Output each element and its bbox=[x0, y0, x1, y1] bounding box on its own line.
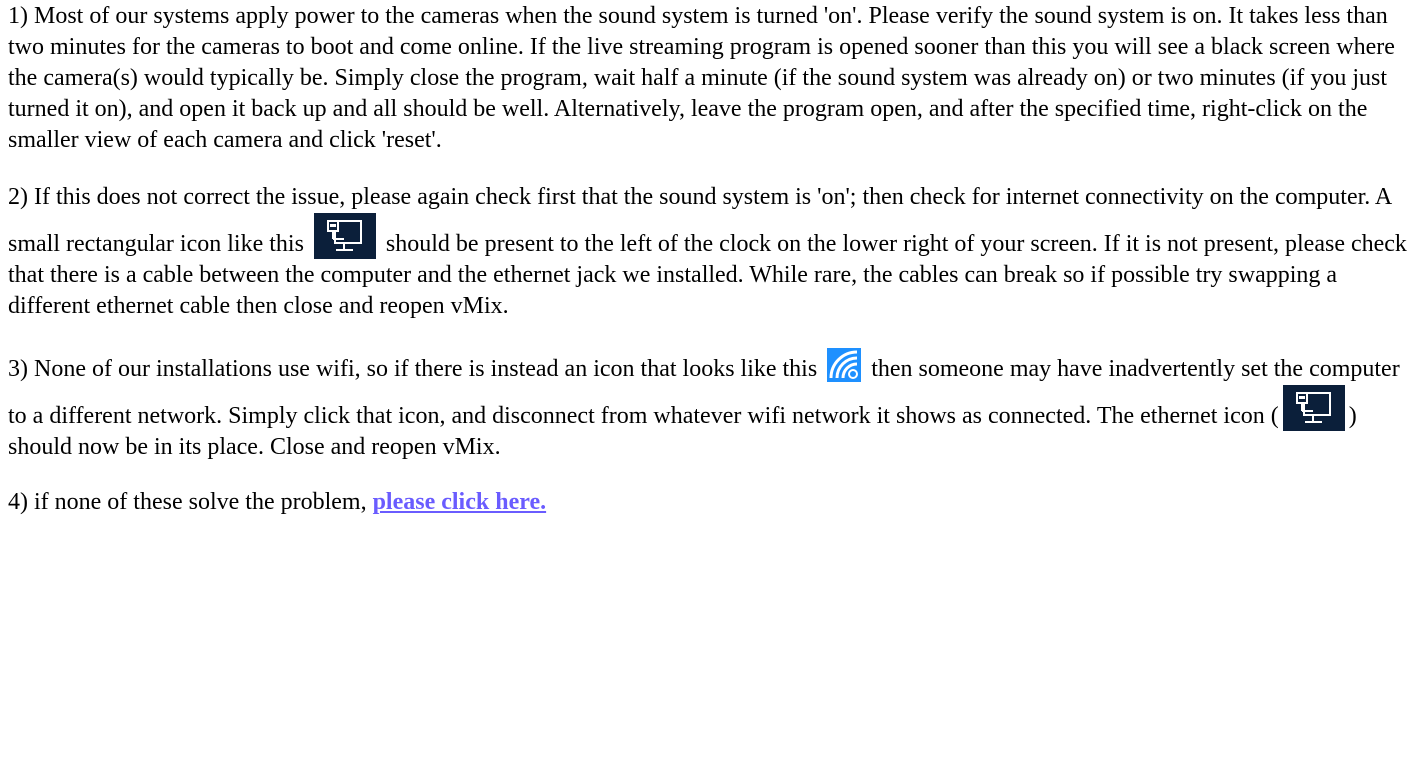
wifi-icon bbox=[827, 348, 862, 382]
step-3-text-before-wifi: 3) None of our installations use wifi, s… bbox=[8, 356, 818, 382]
ethernet-icon-inline bbox=[1282, 385, 1345, 431]
step-4-text: 4) if none of these solve the problem, bbox=[8, 489, 367, 515]
step-3-paragraph: 3) None of our installations use wifi, s… bbox=[8, 348, 1416, 463]
step-4-paragraph: 4) if none of these solve the problem, p… bbox=[8, 487, 1416, 518]
help-link[interactable]: please click here. bbox=[373, 489, 547, 515]
step-1-text: 1) Most of our systems apply power to th… bbox=[8, 3, 1395, 153]
ethernet-icon bbox=[313, 213, 376, 259]
step-1-paragraph: 1) Most of our systems apply power to th… bbox=[8, 1, 1416, 156]
troubleshooting-page: 1) Most of our systems apply power to th… bbox=[0, 0, 1424, 518]
step-2-paragraph: 2) If this does not correct the issue, p… bbox=[8, 182, 1416, 322]
